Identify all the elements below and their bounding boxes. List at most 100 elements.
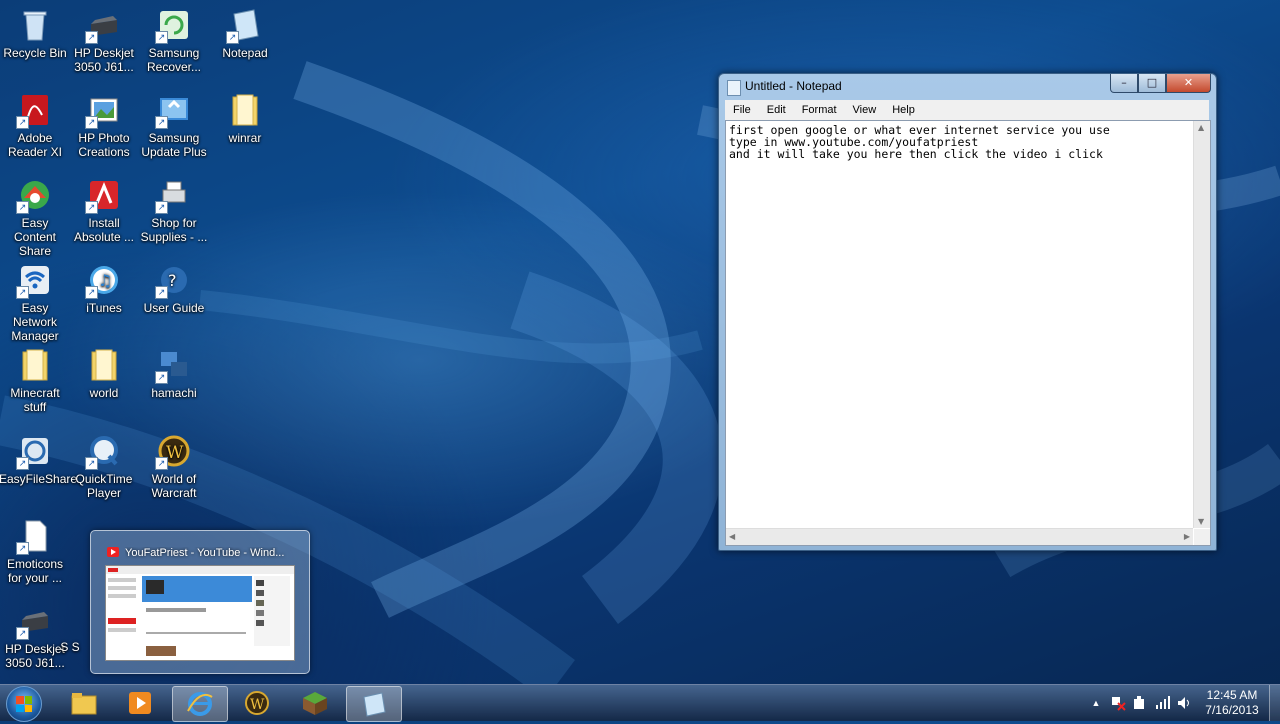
minimize-button[interactable]: – [1110, 74, 1138, 93]
desktop-icon-world[interactable]: world [68, 348, 140, 400]
clock[interactable]: 12:45 AM 7/16/2013 [1196, 688, 1268, 724]
hamachi-icon: ↗ [155, 348, 191, 384]
scroll-down-icon[interactable]: ▼ [1198, 517, 1204, 526]
desktop-icon-emoticons[interactable]: ↗ Emoticons for your ... [0, 519, 71, 585]
svg-text:W: W [166, 443, 184, 463]
icon-label: world [89, 386, 119, 400]
desktop-icon-hp-photo-creations[interactable]: ↗ HP Photo Creations [68, 93, 140, 159]
internet-explorer-icon [187, 692, 213, 716]
notepad-icon: ↗ [226, 8, 262, 44]
warcraft-icon: W [245, 691, 269, 715]
document-icon: ↗ [16, 519, 52, 555]
warcraft-icon: W ↗ [155, 434, 191, 470]
icon-label: HP Deskjet 3050 J61... [74, 46, 134, 74]
svg-text:?: ? [168, 271, 177, 290]
media-player-icon [129, 692, 151, 714]
icon-label: EasyFileShare [0, 472, 78, 486]
menu-bar: File Edit Format View Help [725, 100, 1209, 120]
youtube-icon [107, 547, 119, 557]
folder-icon [87, 348, 121, 382]
taskbar-warcraft[interactable]: W [230, 686, 284, 720]
icon-label: HP Photo Creations [78, 131, 130, 159]
desktop-icon-itunes[interactable]: ♫ ↗ iTunes [68, 263, 140, 315]
text-editor[interactable]: first open google or what ever internet … [725, 120, 1211, 546]
taskbar: W ▲ 12:45 AM 7/16/2013 [0, 684, 1280, 724]
taskbar-explorer[interactable] [57, 686, 111, 720]
menu-format[interactable]: Format [794, 104, 845, 116]
photo-icon: ↗ [85, 93, 121, 129]
printer-icon: ↗ [16, 604, 52, 640]
notepad-window[interactable]: Untitled - Notepad – □ ✕ File Edit Forma… [718, 73, 1217, 551]
icon-label: hamachi [151, 386, 197, 400]
window-controls: – □ ✕ [1110, 74, 1211, 93]
desktop-icon-notepad[interactable]: ↗ Notepad [209, 8, 281, 60]
scroll-left-icon[interactable]: ◀ [729, 532, 735, 541]
icon-label: iTunes [86, 301, 122, 315]
show-hidden-icons[interactable]: ▲ [1088, 695, 1104, 711]
scroll-right-icon[interactable]: ▶ [1184, 532, 1190, 541]
editor-content[interactable]: first open google or what ever internet … [729, 124, 1189, 160]
maximize-button[interactable]: □ [1138, 74, 1166, 93]
notepad-icon [363, 692, 386, 717]
taskbar-minecraft[interactable] [288, 686, 342, 720]
menu-edit[interactable]: Edit [759, 104, 794, 116]
scroll-up-icon[interactable]: ▲ [1198, 123, 1204, 132]
desktop-icon-recycle-bin[interactable]: Recycle Bin [0, 8, 71, 60]
desktop-icon-easy-content-share[interactable]: ↗ Easy Content Share [0, 178, 71, 258]
icon-label: S S [60, 640, 80, 654]
recovery-icon: ↗ [155, 8, 191, 44]
thumbnail-title: YouFatPriest - YouTube - Wind... [125, 547, 285, 559]
menu-help[interactable]: Help [884, 104, 923, 116]
start-button[interactable] [6, 686, 42, 722]
content-share-icon: ↗ [16, 178, 52, 214]
desktop-icon-samsung-recovery[interactable]: ↗ Samsung Recover... [138, 8, 210, 74]
network-icon[interactable] [1154, 695, 1170, 711]
desktop-icon-adobe-reader[interactable]: ↗ Adobe Reader XI [0, 93, 71, 159]
clock-time: 12:45 AM [1206, 688, 1258, 702]
close-button[interactable]: ✕ [1166, 74, 1211, 93]
desktop-icon-quicktime[interactable]: ↗ QuickTime Player [68, 434, 140, 500]
window-thumbnail[interactable] [105, 565, 295, 661]
itunes-icon: ♫ ↗ [85, 263, 121, 299]
desktop-icon-hamachi[interactable]: ↗ hamachi [138, 348, 210, 400]
update-icon: ↗ [155, 93, 191, 129]
power-icon[interactable] [1132, 695, 1148, 711]
svg-text:♫: ♫ [98, 271, 112, 290]
desktop-icon-winrar[interactable]: winrar [209, 93, 281, 145]
horizontal-scrollbar[interactable]: ◀ ▶ [726, 528, 1193, 545]
action-center-icon[interactable] [1110, 695, 1126, 711]
taskbar-notepad[interactable] [346, 686, 402, 722]
menu-view[interactable]: View [845, 104, 885, 116]
desktop-icon-shop-for-supplies[interactable]: ↗ Shop for Supplies - ... [138, 178, 210, 244]
scroll-corner [1194, 529, 1210, 545]
taskbar-thumbnail-preview[interactable]: YouFatPriest - YouTube - Wind... [90, 530, 310, 674]
volume-icon[interactable] [1176, 695, 1192, 711]
desktop-icon-easy-network-manager[interactable]: ↗ Easy Network Manager [0, 263, 71, 343]
desktop-icon-samsung-update-plus[interactable]: ↗ Samsung Update Plus [138, 93, 210, 159]
show-desktop-button[interactable] [1269, 685, 1280, 721]
window-title: Untitled - Notepad [745, 79, 842, 93]
menu-file[interactable]: File [725, 104, 759, 116]
vertical-scrollbar[interactable]: ▲ ▼ [1193, 121, 1210, 528]
icon-label: winrar [228, 131, 262, 145]
icon-label: User Guide [143, 301, 205, 315]
taskbar-internet-explorer[interactable] [172, 686, 228, 722]
system-tray: ▲ [1086, 685, 1206, 721]
desktop-icon-partial[interactable]: S S [50, 640, 90, 654]
icon-label: QuickTime Player [75, 472, 133, 500]
adobe-reader-icon: ↗ [16, 93, 52, 129]
icon-label: Shop for Supplies - ... [140, 216, 208, 244]
desktop-icon-user-guide[interactable]: ? ↗ User Guide [138, 263, 210, 315]
desktop-icon-install-absolute[interactable]: ↗ Install Absolute ... [68, 178, 140, 244]
desktop-icon-easyfileshare[interactable]: ↗ EasyFileShare [0, 434, 78, 486]
desktop-icon-hp-deskjet[interactable]: ↗ HP Deskjet 3050 J61... [68, 8, 140, 74]
recycle-bin-icon [18, 8, 52, 42]
install-icon: ↗ [85, 178, 121, 214]
help-icon: ? ↗ [155, 263, 191, 299]
svg-text:W: W [250, 697, 265, 713]
desktop-icon-world-of-warcraft[interactable]: W ↗ World of Warcraft [138, 434, 210, 500]
desktop-icon-hp-deskjet-2[interactable]: ↗ HP Deskjet 3050 J61... [0, 604, 71, 670]
taskbar-media-player[interactable] [113, 686, 167, 720]
desktop-icon-minecraft-stuff[interactable]: Minecraft stuff [0, 348, 71, 414]
folder-icon [228, 93, 262, 127]
